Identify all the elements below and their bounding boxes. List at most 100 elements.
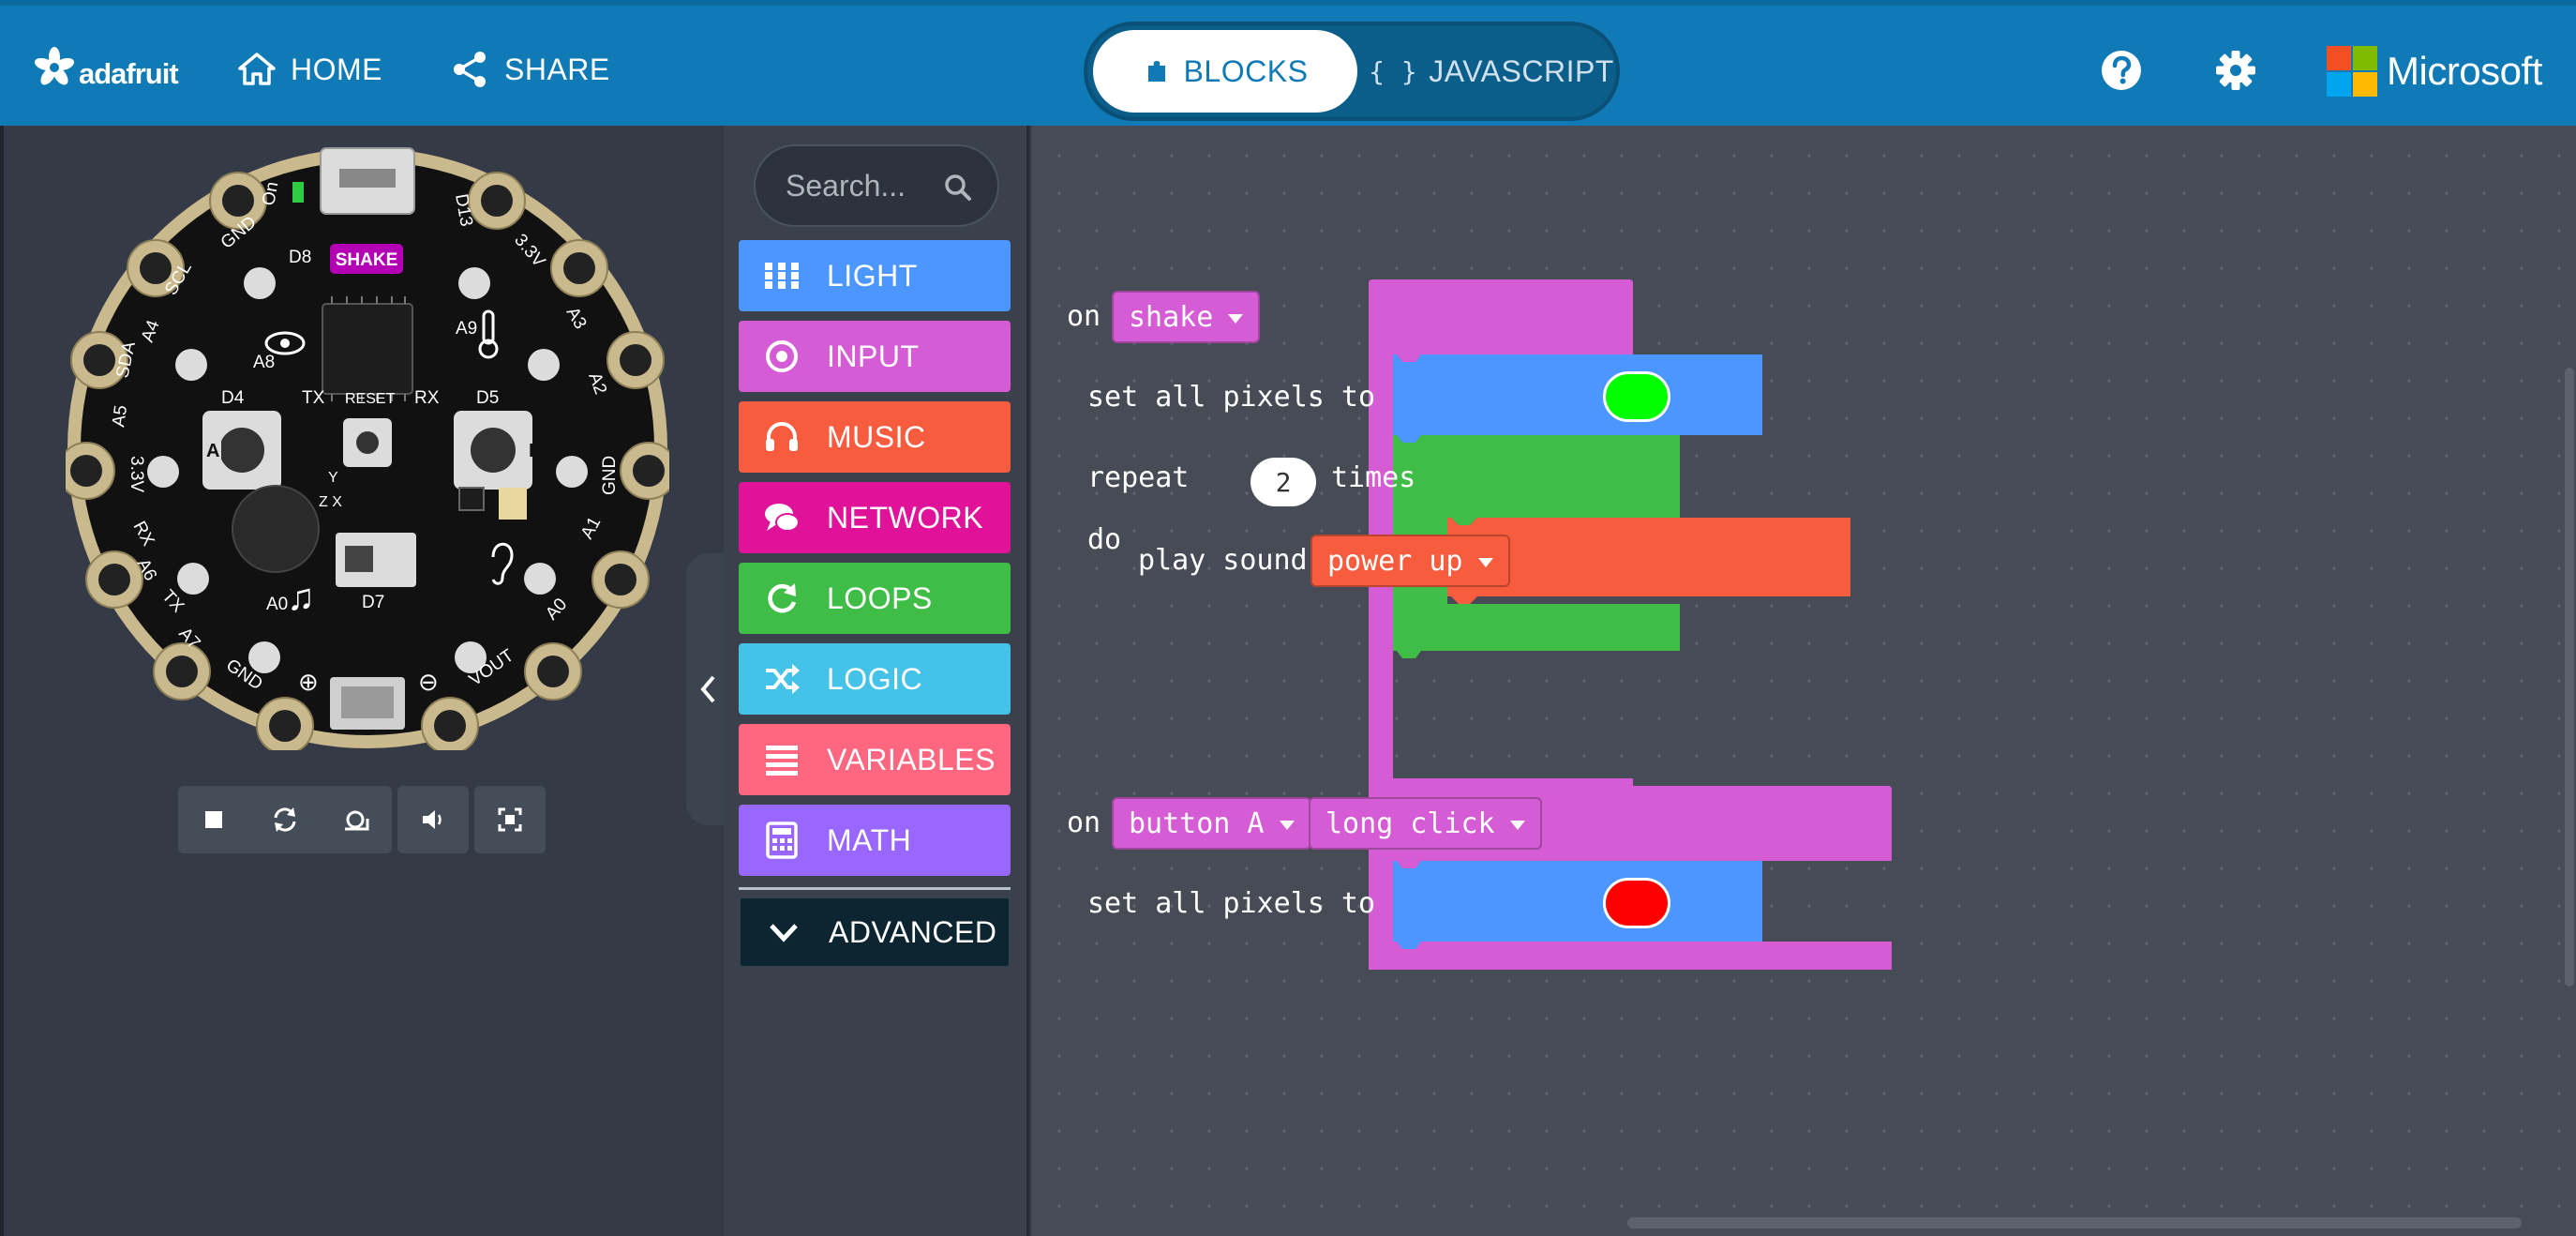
green-color-swatch[interactable]	[1603, 371, 1670, 422]
home-label: HOME	[291, 52, 382, 86]
adafruit-logo[interactable]: adafruit	[32, 41, 179, 94]
button-b-label: B	[529, 441, 542, 461]
restart-button[interactable]	[249, 786, 321, 853]
mute-button[interactable]	[397, 786, 469, 853]
set-pixels-text: set all pixels to	[1087, 381, 1376, 414]
category-math[interactable]: MATH	[739, 805, 1011, 876]
event-dropdown[interactable]: shake	[1112, 291, 1261, 343]
caret-down-icon	[1509, 821, 1525, 830]
pin-label: A0	[266, 595, 288, 614]
help-icon[interactable]	[2100, 49, 2143, 92]
simulator-toolbar	[178, 786, 546, 853]
chevron-left-icon	[700, 675, 715, 703]
dropdown-value: shake	[1129, 300, 1214, 334]
music-note-icon: ♫	[287, 577, 315, 618]
grid-icon	[765, 263, 799, 289]
stop-icon	[205, 811, 222, 828]
caret-down-icon	[1477, 558, 1493, 567]
set-pixels-text: set all pixels to	[1087, 887, 1376, 920]
toolbox: LIGHT INPUT MUSIC NETWORK	[724, 126, 1029, 1236]
dropdown-value: long click	[1325, 806, 1495, 840]
pin-label: GND	[600, 456, 620, 495]
blocks-tab[interactable]: BLOCKS	[1093, 30, 1357, 113]
search-input[interactable]	[786, 165, 945, 206]
gesture-dropdown[interactable]: long click	[1309, 797, 1542, 850]
category-label: LOGIC	[827, 661, 923, 696]
share-button[interactable]: SHARE	[450, 43, 610, 96]
shuffle-icon	[766, 664, 800, 694]
pin-label: A5	[109, 404, 131, 429]
red-color-swatch[interactable]	[1603, 878, 1670, 928]
javascript-label: JAVASCRIPT	[1429, 53, 1614, 88]
snail-icon	[345, 810, 369, 831]
horizontal-scrollbar[interactable]	[1627, 1217, 2522, 1228]
refresh-icon	[274, 807, 296, 832]
dropdown-value: button A	[1129, 806, 1265, 840]
axis-label: Y	[328, 470, 338, 486]
play-sound-text: play sound	[1138, 544, 1308, 577]
pin-label: A8	[253, 353, 275, 372]
refresh-icon	[768, 583, 797, 613]
gear-icon[interactable]	[2214, 49, 2257, 92]
speaker-icon	[423, 810, 442, 829]
category-variables[interactable]: VARIABLES	[739, 724, 1011, 795]
on-keyword: on	[1067, 300, 1101, 333]
target-icon	[766, 340, 798, 372]
slow-motion-button[interactable]	[321, 786, 392, 853]
category-label: VARIABLES	[827, 742, 996, 776]
category-loops[interactable]: LOOPS	[739, 563, 1011, 634]
category-light[interactable]: LIGHT	[739, 240, 1011, 311]
category-label: LIGHT	[827, 258, 918, 293]
pin-label: D8	[289, 248, 311, 267]
pin-label: On	[259, 180, 282, 207]
blocks-workspace[interactable]: on shake set all pixels to repeat 2 time…	[1031, 126, 2576, 1236]
javascript-tab[interactable]: { } JAVASCRIPT	[1369, 30, 1614, 113]
fullscreen-button[interactable]	[474, 786, 546, 853]
category-input[interactable]: INPUT	[739, 321, 1011, 392]
repeat-text: repeat	[1087, 461, 1190, 494]
category-logic[interactable]: LOGIC	[739, 643, 1011, 715]
adafruit-flower-icon	[34, 47, 75, 85]
pin-label: RX	[414, 388, 440, 408]
button-dropdown[interactable]: button A	[1112, 797, 1311, 850]
pin-label: RESET	[345, 391, 396, 407]
pin-label: D7	[362, 593, 384, 612]
axis-label: Z X	[319, 494, 342, 510]
editor-mode-toggle: BLOCKS { } JAVASCRIPT	[1084, 22, 1620, 121]
category-label: ADVANCED	[829, 914, 997, 949]
pin-label: 3.3V	[127, 456, 146, 492]
microsoft-wordmark: Microsoft	[2387, 49, 2542, 93]
pin-label: TX	[302, 388, 325, 408]
adafruit-wordmark: adafruit	[79, 57, 179, 90]
share-label: SHARE	[504, 52, 610, 86]
category-label: MATH	[827, 822, 912, 857]
category-label: NETWORK	[827, 500, 984, 535]
on-keyword: on	[1067, 806, 1101, 839]
chevron-down-icon	[770, 924, 798, 942]
caret-down-icon	[1279, 821, 1295, 830]
category-advanced[interactable]: ADVANCED	[739, 897, 1011, 968]
microsoft-logo[interactable]: Microsoft	[2327, 43, 2542, 99]
headphones-icon	[766, 422, 798, 451]
toolbox-divider	[739, 887, 1011, 890]
button-a-label: A	[206, 441, 219, 461]
makecode-app: adafruit HOME SHARE BLOCKS {} JAVASCRIP…	[0, 0, 2576, 1236]
shake-label[interactable]: SHAKE	[336, 250, 398, 270]
repeat-count-input[interactable]: 2	[1251, 458, 1316, 506]
stop-button[interactable]	[178, 786, 249, 853]
home-icon	[238, 53, 276, 85]
microsoft-squares-icon	[2327, 46, 2377, 97]
category-network[interactable]: NETWORK	[739, 482, 1011, 553]
search-icon[interactable]	[943, 173, 973, 203]
circuit-playground-board[interactable]: SHAKE On D13 D8 GND 3.3V SCL A3 A4 A2 A8…	[66, 146, 669, 750]
category-music[interactable]: MUSIC	[739, 401, 1011, 473]
toolbox-search	[754, 144, 999, 227]
vertical-scrollbar[interactable]	[2565, 368, 2574, 987]
category-label: INPUT	[827, 339, 920, 373]
sound-dropdown[interactable]: power up	[1310, 535, 1510, 587]
share-icon	[454, 52, 486, 87]
svg-text:♫: ♫	[287, 577, 315, 618]
pin-label: D5	[476, 388, 499, 408]
do-text: do	[1087, 523, 1122, 556]
home-button[interactable]: HOME	[236, 43, 382, 96]
